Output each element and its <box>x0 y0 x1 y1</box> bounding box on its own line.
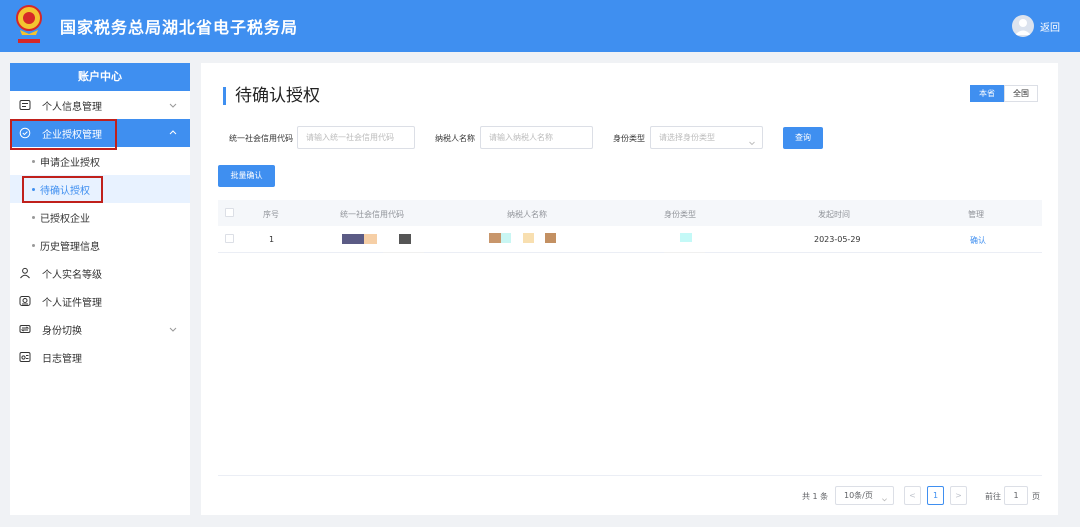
table-row: 1 2023-05-29 确认 <box>218 226 1042 253</box>
column-header: 管理 <box>968 210 984 219</box>
sidebar-item-label: 待确认授权 <box>40 185 90 197</box>
identity-type-label: 身份类型 <box>613 134 645 143</box>
chevron-down-icon <box>881 492 888 509</box>
taxpayer-name-input[interactable]: 请输入纳税人名称 <box>480 126 593 149</box>
tax-bureau-logo-icon <box>14 4 44 48</box>
sidebar-item-enterprise-auth[interactable]: 企业授权管理 <box>10 119 190 147</box>
query-button[interactable]: 查询 <box>783 127 823 149</box>
sidebar-title: 账户中心 <box>10 63 190 91</box>
sidebar-item-label: 个人信息管理 <box>42 101 102 113</box>
redacted-taxpayer-name <box>501 233 511 243</box>
column-header: 发起时间 <box>818 210 850 219</box>
sidebar-item-personal-info[interactable]: 个人信息管理 <box>10 91 190 119</box>
page-size-value: 10条/页 <box>844 491 873 500</box>
bullet-dot <box>32 244 35 247</box>
page-size-select[interactable]: 10条/页 <box>835 486 894 505</box>
redacted-taxpayer-name <box>523 233 534 243</box>
page-number-1[interactable]: 1 <box>927 486 944 505</box>
sidebar-subitem-history[interactable]: 历史管理信息 <box>10 231 190 259</box>
row-checkbox[interactable] <box>225 234 234 243</box>
pagination-total: 共 1 条 <box>802 492 829 501</box>
id-card-icon <box>18 98 32 112</box>
pending-auth-table: 序号 统一社会信用代码 纳税人名称 身份类型 发起时间 管理 1 2023-05… <box>218 200 1042 253</box>
sidebar-item-label: 历史管理信息 <box>40 241 100 253</box>
redacted-credit-code <box>364 234 377 244</box>
batch-confirm-button[interactable]: 批量确认 <box>218 165 275 187</box>
sidebar-item-certificates[interactable]: 个人证件管理 <box>10 287 190 315</box>
row-time: 2023-05-29 <box>814 235 861 244</box>
sidebar-item-label: 身份切换 <box>42 325 82 337</box>
confirm-link[interactable]: 确认 <box>970 235 986 246</box>
taxpayer-name-label: 纳税人名称 <box>435 134 475 143</box>
next-page-button[interactable]: > <box>950 486 967 505</box>
redacted-credit-code <box>383 252 424 253</box>
top-bar: 国家税务总局湖北省电子税务局 返回 <box>0 0 1080 52</box>
sidebar-item-identity-switch[interactable]: 身份切换 <box>10 315 190 343</box>
sidebar-subitem-pending-auth[interactable]: 待确认授权 <box>10 175 190 203</box>
sidebar-item-logs[interactable]: 日志管理 <box>10 343 190 371</box>
identity-type-placeholder: 请选择身份类型 <box>659 133 715 142</box>
site-title: 国家税务总局湖北省电子税务局 <box>60 18 299 37</box>
sidebar-item-realname-level[interactable]: 个人实名等级 <box>10 259 190 287</box>
back-button[interactable]: 返回 <box>1040 19 1060 34</box>
region-toggle: 本省 全国 <box>970 85 1038 102</box>
redacted-taxpayer-name <box>545 233 556 243</box>
sidebar-item-label: 个人证件管理 <box>42 297 102 309</box>
switch-icon <box>18 322 32 336</box>
pagination-divider <box>218 475 1042 476</box>
credit-code-label: 统一社会信用代码 <box>229 134 293 143</box>
redacted-credit-code <box>342 234 364 244</box>
shield-check-icon <box>18 126 32 140</box>
goto-suffix: 页 <box>1032 492 1040 501</box>
sidebar-item-label: 申请企业授权 <box>40 157 100 169</box>
chevron-down-icon <box>168 100 178 110</box>
bullet-dot <box>32 160 35 163</box>
goto-label: 前往 <box>985 492 1001 501</box>
column-header: 身份类型 <box>664 210 696 219</box>
redacted-identity-type <box>664 252 705 253</box>
redacted-taxpayer-name <box>489 233 501 243</box>
sidebar-item-label: 个人实名等级 <box>42 269 102 281</box>
page-title: 待确认授权 <box>223 87 320 105</box>
sidebar: 账户中心 个人信息管理 企业授权管理 申请企业授权 待确认授权 已授权企业 历史… <box>10 63 190 515</box>
redacted-credit-code <box>399 234 411 244</box>
table-header: 序号 统一社会信用代码 纳税人名称 身份类型 发起时间 管理 <box>218 200 1042 226</box>
chevron-down-icon <box>168 324 178 334</box>
main-panel: 待确认授权 本省 全国 统一社会信用代码 请输入统一社会信用代码 纳税人名称 请… <box>201 63 1058 515</box>
redacted-identity-type <box>680 233 692 242</box>
chevron-down-icon <box>748 134 756 146</box>
column-header: 序号 <box>263 210 279 219</box>
credit-code-input[interactable]: 请输入统一社会信用代码 <box>297 126 415 149</box>
user-icon <box>18 266 32 280</box>
prev-page-button[interactable]: < <box>904 486 921 505</box>
bullet-dot <box>32 188 35 191</box>
sidebar-item-label: 企业授权管理 <box>42 129 102 141</box>
chevron-up-icon <box>168 128 178 138</box>
sidebar-subitem-apply-auth[interactable]: 申请企业授权 <box>10 147 190 175</box>
certificate-icon <box>18 294 32 308</box>
identity-type-select[interactable]: 请选择身份类型 <box>650 126 763 149</box>
sidebar-subitem-authorized-enterprises[interactable]: 已授权企业 <box>10 203 190 231</box>
goto-page-input[interactable]: 1 <box>1004 486 1028 505</box>
log-icon <box>18 350 32 364</box>
row-index: 1 <box>269 235 275 244</box>
region-province-button[interactable]: 本省 <box>970 85 1004 102</box>
bullet-dot <box>32 216 35 219</box>
sidebar-item-label: 日志管理 <box>42 353 82 365</box>
user-avatar-icon[interactable] <box>1012 15 1034 37</box>
column-header: 纳税人名称 <box>507 210 547 219</box>
column-header: 统一社会信用代码 <box>340 210 404 219</box>
select-all-checkbox[interactable] <box>225 208 234 217</box>
sidebar-item-label: 已授权企业 <box>40 213 90 225</box>
region-national-button[interactable]: 全国 <box>1004 85 1038 102</box>
